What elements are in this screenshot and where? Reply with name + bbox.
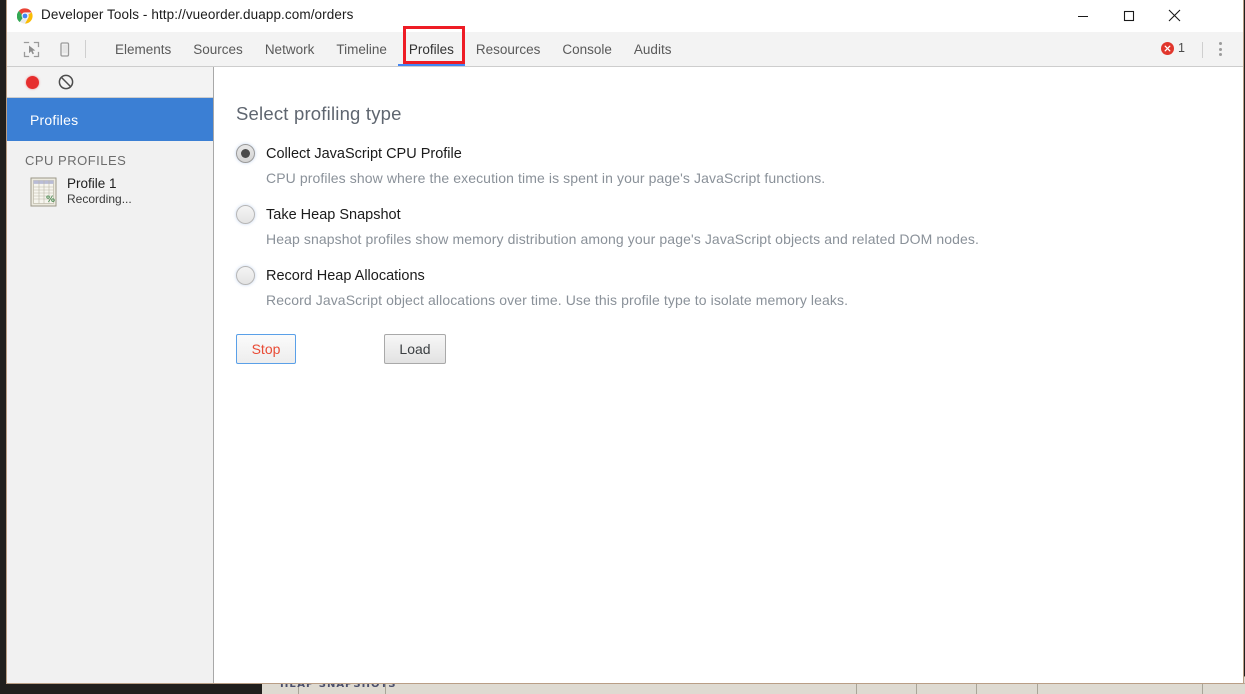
tab-timeline[interactable]: Timeline — [325, 32, 398, 66]
maximize-button[interactable] — [1106, 0, 1151, 31]
sidebar-item-profiles[interactable]: Profiles — [7, 98, 213, 141]
svg-text:%: % — [46, 195, 55, 205]
close-button[interactable] — [1152, 0, 1197, 31]
option-label: Take Heap Snapshot — [266, 206, 401, 223]
sidebar-section-cpu-profiles: CPU PROFILES — [25, 153, 127, 168]
profile-name: Profile 1 — [67, 176, 117, 191]
sidebar-item-label: Profiles — [30, 111, 79, 128]
devtools-tab-bar: Elements Sources Network Timeline Profil… — [7, 32, 1243, 67]
profiles-sidebar: Profiles CPU PROFILES % Profile 1 Record… — [7, 67, 214, 683]
page-title: Select profiling type — [236, 103, 402, 124]
profiling-option-heap-allocations[interactable]: Record Heap Allocations Record JavaScrip… — [236, 247, 1243, 308]
error-badge[interactable]: 1 — [1161, 41, 1185, 55]
error-count: 1 — [1178, 41, 1185, 55]
profile-status: Recording... — [67, 192, 132, 206]
error-circle-icon — [1161, 41, 1175, 55]
tab-sources[interactable]: Sources — [182, 32, 254, 66]
tab-audits[interactable]: Audits — [623, 32, 683, 66]
option-description: CPU profiles show where the execution ti… — [266, 170, 826, 186]
tab-console[interactable]: Console — [551, 32, 623, 66]
toolbar-divider — [85, 40, 86, 58]
devtools-panel: Profiles CPU PROFILES % Profile 1 Record… — [7, 67, 1243, 683]
load-button[interactable]: Load — [384, 334, 446, 364]
title-bar: Developer Tools - http://vueorder.duapp.… — [7, 0, 1243, 32]
toolbar-right-divider — [1202, 42, 1203, 58]
spreadsheet-profile-icon: % — [30, 177, 57, 207]
sidebar-toolbar — [7, 67, 213, 98]
option-description: Heap snapshot profiles show memory distr… — [266, 231, 979, 247]
profiling-option-heap-snapshot[interactable]: Take Heap Snapshot Heap snapshot profile… — [236, 186, 1243, 247]
tab-profiles[interactable]: Profiles — [397, 32, 465, 66]
tab-network[interactable]: Network — [254, 32, 326, 66]
profiling-option-cpu[interactable]: Collect JavaScript CPU Profile CPU profi… — [236, 125, 1243, 186]
developer-tools-window: Developer Tools - http://vueorder.duapp.… — [6, 0, 1244, 684]
stop-button[interactable]: Stop — [236, 334, 296, 364]
profiling-type-panel: Select profiling type Collect JavaScript… — [215, 67, 1243, 683]
tab-elements[interactable]: Elements — [104, 32, 182, 66]
action-buttons: Stop Load — [236, 334, 1243, 364]
option-label: Collect JavaScript CPU Profile — [266, 145, 462, 162]
inspect-element-icon[interactable] — [21, 39, 41, 59]
window-title: Developer Tools - http://vueorder.duapp.… — [41, 7, 354, 22]
minimize-button[interactable] — [1060, 0, 1105, 31]
chrome-logo-icon — [16, 8, 33, 24]
radio-record-heap-allocations[interactable] — [236, 266, 255, 285]
more-vertical-icon[interactable] — [1211, 40, 1229, 58]
radio-collect-js-cpu-profile[interactable] — [236, 144, 255, 163]
option-label: Record Heap Allocations — [266, 267, 425, 284]
tab-resources[interactable]: Resources — [465, 32, 552, 66]
device-toolbar-icon[interactable] — [54, 39, 74, 59]
radio-take-heap-snapshot[interactable] — [236, 205, 255, 224]
option-description: Record JavaScript object allocations ove… — [266, 292, 849, 308]
tab-list: Elements Sources Network Timeline Profil… — [104, 32, 682, 66]
list-item[interactable]: % Profile 1 Recording... — [7, 174, 213, 212]
record-circle-icon[interactable] — [23, 73, 41, 91]
clear-prohibited-icon[interactable] — [57, 73, 75, 91]
